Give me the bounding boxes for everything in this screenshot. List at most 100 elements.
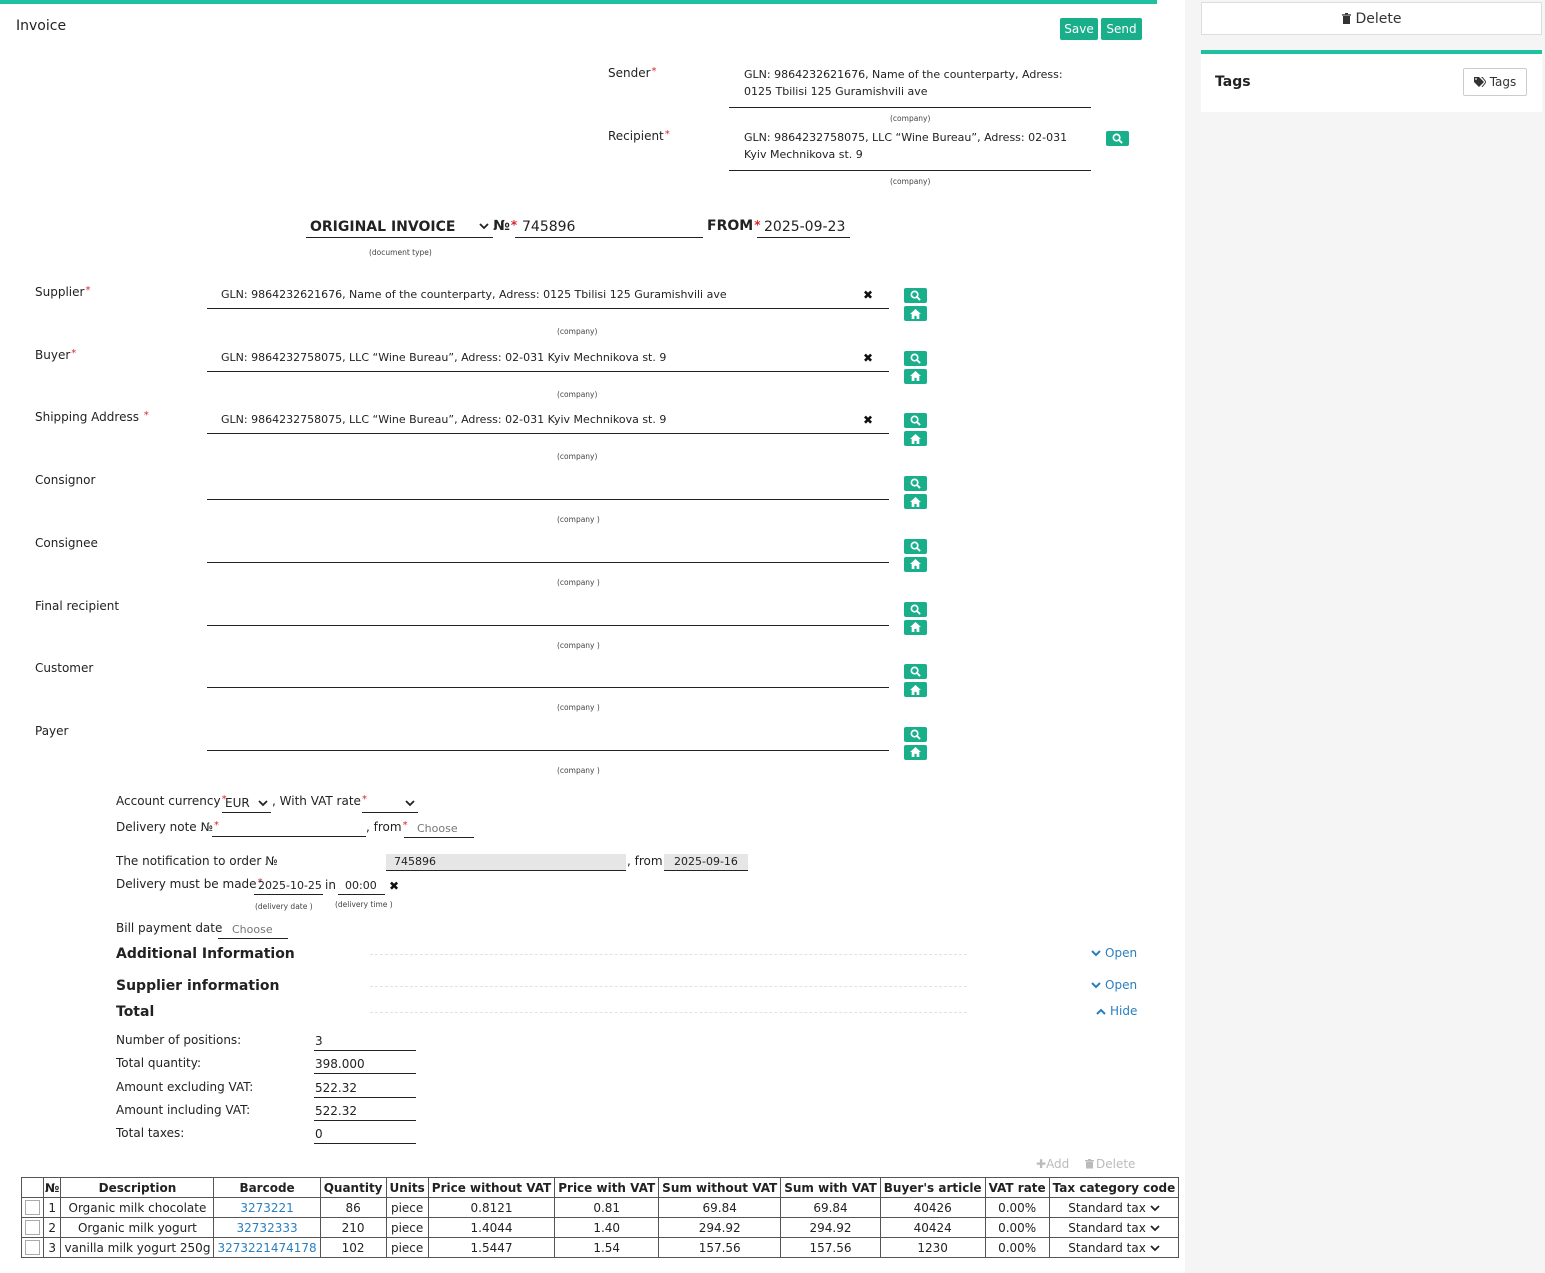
party-search-button[interactable] (904, 413, 927, 429)
table-cell[interactable]: Standard tax (1048, 1197, 1180, 1218)
party-search-button[interactable] (904, 664, 927, 680)
order-from-label: , from (627, 854, 663, 868)
party-home-button[interactable] (904, 744, 927, 760)
document-type-hint: (document type) (369, 248, 432, 257)
delete-row-button[interactable]: Delete (1085, 1157, 1135, 1171)
party-home-button[interactable] (904, 556, 927, 572)
party-search-button[interactable] (904, 538, 927, 554)
party-search-button[interactable] (904, 476, 927, 492)
table-cell[interactable]: Standard tax (1048, 1237, 1180, 1258)
clear-icon[interactable]: ✖ (863, 351, 873, 365)
trash-icon (1085, 1159, 1094, 1169)
party-label: Consignor (35, 473, 96, 488)
tax-category-value: Standard tax (1068, 1240, 1146, 1255)
table-cell: 157.56 (780, 1237, 881, 1258)
delivery-note-date-input[interactable]: Choose (404, 819, 474, 838)
table-cell: 210 (319, 1217, 387, 1238)
supplier-open-toggle[interactable]: Open (1091, 978, 1137, 992)
table-cell: 69.84 (780, 1197, 881, 1218)
table-cell[interactable]: Standard tax (1048, 1217, 1180, 1238)
sidebar: Delete Tags (1185, 0, 1545, 1273)
party-hint: (company) (557, 327, 598, 336)
delivery-note-input[interactable] (212, 819, 366, 837)
table-row: 3 vanilla milk yogurt 250g 3273221474178 10… (21, 1237, 1180, 1258)
party-hint: (company) (557, 452, 598, 462)
party-home-button[interactable] (904, 368, 927, 384)
chevron-down-icon (479, 223, 489, 230)
clear-icon[interactable]: ✖ (863, 413, 873, 427)
tags-icon (1473, 77, 1486, 87)
table-cell: Organic milk yogurt (60, 1217, 215, 1238)
table-cell: 1.40 (554, 1217, 660, 1238)
table-cell: 0.8121 (427, 1197, 556, 1218)
recipient-search-button[interactable] (1106, 131, 1129, 146)
party-home-button[interactable] (904, 619, 927, 635)
table-cell: piece (385, 1217, 429, 1238)
party-input[interactable] (207, 473, 889, 501)
party-search-button[interactable] (904, 726, 927, 742)
party-home-button[interactable] (904, 431, 927, 447)
party-input[interactable]: GLN: 9864232621676, Name of the counterp… (207, 285, 889, 309)
total-value: 522.32 (314, 1102, 416, 1121)
items-table: № Description Barcode Quantity Units Price wi… (21, 1177, 1180, 1258)
table-cell[interactable]: 3273221474178 (213, 1237, 321, 1258)
party-search-button[interactable] (904, 601, 927, 617)
recipient-field[interactable]: GLN: 9864232758075, LLC “Wine Bureau”, A… (729, 125, 1091, 171)
delete-document-button[interactable]: Delete (1201, 2, 1542, 35)
party-input[interactable] (207, 661, 889, 689)
party-input[interactable] (207, 599, 889, 626)
tax-category-value: Standard tax (1068, 1220, 1146, 1235)
sender-hint: (company) (890, 114, 931, 123)
chevron-up-icon (1096, 1008, 1106, 1015)
table-header-cell: VAT rate (984, 1177, 1050, 1198)
delivery-time-input[interactable]: 00:00 (338, 877, 385, 895)
send-button[interactable]: Send (1101, 18, 1142, 40)
party-search-button[interactable] (904, 288, 927, 303)
table-header-cell: Sum without VAT (658, 1177, 782, 1198)
total-hide-toggle[interactable]: Hide (1096, 1004, 1137, 1018)
section-total: Total (116, 1004, 155, 1020)
save-button[interactable]: Save (1060, 18, 1098, 40)
clear-icon[interactable]: ✖ (863, 288, 873, 302)
party-home-button[interactable] (904, 682, 927, 698)
row-select-cell[interactable] (21, 1237, 44, 1258)
row-select-cell[interactable] (21, 1217, 44, 1238)
table-cell[interactable]: 3273221 (213, 1197, 321, 1218)
party-input[interactable] (207, 724, 889, 751)
chevron-down-icon (1091, 949, 1101, 956)
recipient-line1: GLN: 9864232758075, LLC “Wine Bureau”, A… (744, 131, 1068, 144)
delivery-date-input[interactable]: 2025-10-25 (254, 877, 323, 895)
document-date-input[interactable]: 2025-09-23 (757, 216, 850, 238)
home-icon (910, 747, 921, 758)
party-label: Consignee (35, 535, 98, 550)
party-home-button[interactable] (904, 494, 927, 510)
tags-button[interactable]: Tags (1463, 68, 1527, 96)
bill-payment-input[interactable]: Choose (218, 920, 288, 939)
section-supplier-information: Supplier information (116, 978, 280, 994)
row-checkbox[interactable] (25, 1220, 40, 1235)
row-select-cell[interactable] (21, 1197, 44, 1218)
document-type-select[interactable]: ORIGINAL INVOICE (306, 216, 493, 238)
row-checkbox[interactable] (25, 1240, 40, 1255)
party-search-button[interactable] (904, 350, 927, 366)
additional-open-toggle[interactable]: Open (1091, 946, 1137, 960)
clear-time-icon[interactable]: ✖ (389, 879, 399, 893)
table-cell: 1.4044 (427, 1217, 556, 1238)
add-row-button[interactable]: ✚Add (1036, 1157, 1069, 1171)
search-icon (910, 729, 921, 740)
vat-rate-select[interactable] (362, 794, 418, 813)
table-cell[interactable]: 32732333 (213, 1217, 321, 1238)
trash-icon (1341, 13, 1351, 24)
party-input[interactable]: GLN: 9864232758075, LLC “Wine Bureau”, A… (207, 410, 889, 435)
document-number-input[interactable]: 745896 (515, 216, 703, 238)
table-cell: vanilla milk yogurt 250g (60, 1237, 215, 1258)
sender-field[interactable]: GLN: 9864232621676, Name of the counterp… (729, 62, 1091, 108)
delete-label: Delete (1355, 10, 1402, 27)
party-input[interactable]: GLN: 9864232758075, LLC “Wine Bureau”, A… (207, 348, 889, 372)
currency-select[interactable]: EUR (222, 794, 271, 813)
party-home-button[interactable] (904, 306, 927, 321)
row-checkbox[interactable] (25, 1200, 40, 1215)
table-cell: 3 (42, 1237, 62, 1258)
party-input[interactable] (207, 536, 889, 563)
divider (370, 1012, 967, 1013)
